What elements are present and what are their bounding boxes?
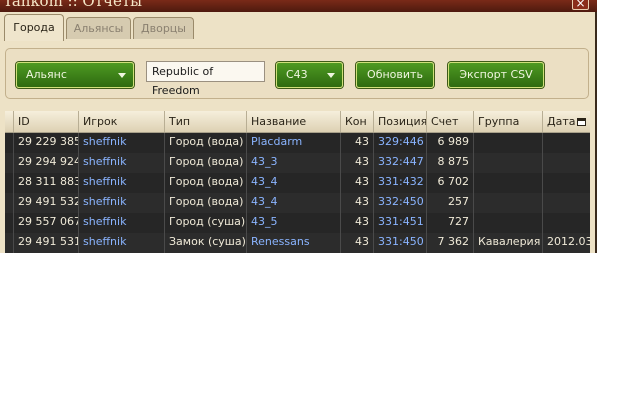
cell-type: Город (вода) [165, 133, 247, 153]
chevron-down-icon [327, 73, 335, 78]
table-header: ID Игрок Тип Название Кон Позиция Счет Г… [5, 111, 590, 133]
cell-position-link[interactable]: 332:447 [374, 153, 427, 173]
cell-player-link[interactable]: sheffnik [79, 213, 165, 233]
cell-player-link[interactable]: sheffnik [79, 153, 165, 173]
cell-city-name-link[interactable]: 43_3 [247, 153, 341, 173]
cell-group [474, 173, 543, 193]
row-selector[interactable] [5, 213, 14, 233]
tab-cities[interactable]: Города [4, 14, 64, 41]
row-selector[interactable] [5, 173, 14, 193]
close-button[interactable]: × [572, 0, 589, 10]
cell-continent: 43 [341, 153, 374, 173]
cell-score: 6 702 [427, 173, 474, 193]
cell-position-link[interactable]: 331:432 [374, 173, 427, 193]
cell-type: Город (вода) [165, 173, 247, 193]
table-row[interactable]: 29 229 385 sheffnik Город (вода) Placdar… [5, 133, 590, 153]
row-selector[interactable] [5, 133, 14, 153]
cell-city-name-link[interactable]: 43_5 [247, 213, 341, 233]
cell-score: 8 875 [427, 153, 474, 173]
cell-city-name-link[interactable]: 43_4 [247, 193, 341, 213]
cell-type: Город (суша) [165, 213, 247, 233]
row-selector[interactable] [5, 233, 14, 253]
cell-city-name-link[interactable]: 43_4 [247, 173, 341, 193]
cell-group [474, 153, 543, 173]
tab-palaces[interactable]: Дворцы [133, 17, 194, 39]
close-icon: × [575, 0, 586, 10]
col-header-position[interactable]: Позиция [374, 111, 427, 132]
cell-player-link[interactable]: sheffnik [79, 233, 165, 253]
col-header-type[interactable]: Тип [165, 111, 247, 132]
tab-bar: Города Альянсы Дворцы [0, 12, 597, 42]
cell-continent: 43 [341, 193, 374, 213]
refresh-button[interactable]: Обновить [356, 62, 434, 88]
cell-player-link[interactable]: sheffnik [79, 133, 165, 153]
cell-score: 6 989 [427, 133, 474, 153]
cell-date [543, 213, 590, 233]
chevron-down-icon [118, 73, 126, 78]
cell-city-name-link[interactable]: Placdarm [247, 133, 341, 153]
table-row[interactable]: 29 491 532 sheffnik Город (вода) 43_4 43… [5, 193, 590, 213]
col-header-player[interactable]: Игрок [79, 111, 165, 132]
alliance-search-input[interactable]: Republic of Freedom [146, 61, 265, 97]
table-row[interactable]: 29 557 067 sheffnik Город (суша) 43_5 43… [5, 213, 590, 233]
cell-group: Кавалерия [474, 233, 543, 253]
cell-type: Город (вода) [165, 153, 247, 173]
row-selector[interactable] [5, 193, 14, 213]
col-header-group[interactable]: Группа [474, 111, 543, 132]
reports-window: Tankom :: Отчеты × Города Альянсы Дворцы… [0, 0, 597, 253]
filter-type-value: Альянс [26, 68, 67, 81]
table-row[interactable]: 29 491 531 sheffnik Замок (суша) Renessa… [5, 233, 590, 253]
export-csv-button[interactable]: Экспорт CSV [448, 62, 544, 88]
col-header-name[interactable]: Название [247, 111, 341, 132]
row-selector[interactable] [5, 153, 14, 173]
cell-group [474, 193, 543, 213]
table-row[interactable]: 28 311 883 sheffnik Город (вода) 43_4 43… [5, 173, 590, 193]
cell-continent: 43 [341, 173, 374, 193]
title-bar: Tankom :: Отчеты × [0, 0, 597, 12]
cell-id: 29 229 385 [14, 133, 79, 153]
cell-player-link[interactable]: sheffnik [79, 193, 165, 213]
cell-score: 727 [427, 213, 474, 233]
cell-date [543, 173, 590, 193]
filter-type-dropdown[interactable]: Альянс [16, 62, 134, 88]
cell-position-link[interactable]: 331:451 [374, 213, 427, 233]
cell-id: 29 557 067 [14, 213, 79, 233]
cell-score: 257 [427, 193, 474, 213]
cell-player-link[interactable]: sheffnik [79, 173, 165, 193]
header-spacer [5, 111, 14, 132]
cell-continent: 43 [341, 233, 374, 253]
col-header-date-label: Дата [547, 115, 576, 128]
tab-alliances[interactable]: Альянсы [66, 17, 131, 39]
cell-continent: 43 [341, 133, 374, 153]
cell-city-name-link[interactable]: Renessans [247, 233, 341, 253]
cell-score: 7 362 [427, 233, 474, 253]
cell-type: Город (вода) [165, 193, 247, 213]
window-title: Tankom :: Отчеты [3, 0, 143, 10]
cell-position-link[interactable]: 329:446 [374, 133, 427, 153]
cell-group [474, 213, 543, 233]
cell-id: 28 311 883 [14, 173, 79, 193]
filter-toolbar: Альянс Republic of Freedom C43 Обновить … [5, 48, 589, 99]
cell-position-link[interactable]: 332:450 [374, 193, 427, 213]
table-row[interactable]: 29 294 924 sheffnik Город (вода) 43_3 43… [5, 153, 590, 173]
continent-value: C43 [286, 68, 308, 81]
cell-date [543, 193, 590, 213]
col-header-date[interactable]: Дата [543, 111, 590, 132]
cell-group [474, 133, 543, 153]
cell-date [543, 133, 590, 153]
cell-date [543, 153, 590, 173]
cell-continent: 43 [341, 213, 374, 233]
continent-dropdown[interactable]: C43 [276, 62, 343, 88]
reports-table: ID Игрок Тип Название Кон Позиция Счет Г… [5, 111, 590, 253]
cell-id: 29 491 532 [14, 193, 79, 213]
cell-id: 29 294 924 [14, 153, 79, 173]
cell-position-link[interactable]: 331:450 [374, 233, 427, 253]
column-menu-icon[interactable] [577, 118, 587, 126]
cell-id: 29 491 531 [14, 233, 79, 253]
col-header-continent[interactable]: Кон [341, 111, 374, 132]
cell-date: 2012.03 [547, 235, 590, 248]
col-header-id[interactable]: ID [14, 111, 79, 132]
cell-type: Замок (суша) [165, 233, 247, 253]
col-header-score[interactable]: Счет [427, 111, 474, 132]
